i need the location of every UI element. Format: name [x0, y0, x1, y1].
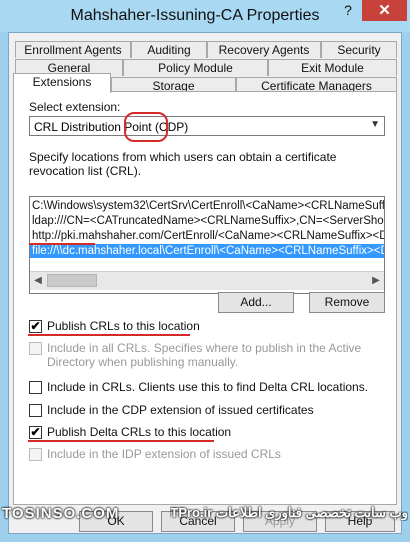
scroll-right-icon[interactable]: ▶ — [368, 272, 384, 290]
tab-recovery-agents[interactable]: Recovery Agents — [207, 41, 321, 58]
include-in-crls-label: Include in CRLs. Clients use this to fin… — [47, 380, 369, 394]
include-all-crls-label: Include in all CRLs. Specifies where to … — [47, 341, 362, 369]
publish-delta-crls-label: Publish Delta CRLs to this location — [47, 425, 232, 439]
annotation-underline — [28, 440, 214, 442]
publish-crls-label: Publish CRLs to this location — [47, 319, 200, 333]
list-item[interactable]: C:\Windows\system32\CertSrv\CertEnroll\<… — [32, 199, 384, 213]
scroll-left-icon[interactable]: ◀ — [30, 272, 46, 290]
include-all-crls-checkbox[interactable] — [29, 342, 42, 355]
scroll-thumb[interactable] — [47, 274, 97, 287]
publish-crls-checkbox[interactable]: ✔ — [29, 320, 42, 333]
select-extension-label: Select extension: — [29, 100, 121, 114]
locations-list[interactable]: C:\Windows\system32\CertSrv\CertEnroll\<… — [29, 196, 385, 294]
include-idp-checkbox[interactable] — [29, 448, 42, 461]
tab-policy-module[interactable]: Policy Module — [123, 59, 268, 76]
include-idp-label: Include in the IDP extension of issued C… — [47, 447, 281, 461]
add-button[interactable]: Add... — [218, 292, 294, 313]
horizontal-scrollbar[interactable]: ◀ ▶ — [30, 271, 384, 290]
window-title: Mahshaher-Issuning-CA Properties — [70, 7, 320, 24]
include-in-crls-checkbox[interactable] — [29, 381, 42, 394]
list-item[interactable]: http://pki.mahshaher.com/CertEnroll/<CaN… — [32, 229, 384, 243]
close-icon[interactable]: ✕ — [362, 0, 407, 21]
list-item-selected[interactable]: file://\\dc.mahshaher.local\CertEnroll\<… — [30, 244, 384, 258]
extension-select[interactable]: CRL Distribution Point (CDP) ▼ — [29, 116, 385, 136]
remove-button[interactable]: Remove — [309, 292, 385, 313]
include-cdp-label: Include in the CDP extension of issued c… — [47, 403, 314, 417]
properties-window: Mahshaher-Issuning-CA Properties ? ✕ Enr… — [0, 0, 410, 542]
watermark-right: وب سایت تخصصی فناوری اطلاعات ITPro.ir — [170, 505, 408, 520]
annotation-underline — [29, 243, 95, 245]
annotation-circle — [124, 112, 168, 142]
include-cdp-checkbox[interactable] — [29, 404, 42, 417]
locations-description: Specify locations from which users can o… — [29, 150, 337, 178]
publish-delta-crls-checkbox[interactable]: ✔ — [29, 426, 42, 439]
tab-extensions[interactable]: Extensions — [13, 73, 111, 93]
title-bar: Mahshaher-Issuning-CA Properties ? ✕ — [0, 0, 410, 32]
watermark-left: TOSINSO.COM — [2, 505, 120, 522]
list-item[interactable]: ldap:///CN=<CATruncatedName><CRLNameSuff… — [32, 214, 384, 228]
extensions-panel: Select extension: CRL Distribution Point… — [13, 91, 397, 505]
annotation-underline — [28, 334, 190, 336]
tab-security[interactable]: Security — [321, 41, 397, 58]
tab-auditing[interactable]: Auditing — [131, 41, 207, 58]
help-icon[interactable]: ? — [334, 0, 362, 20]
tab-enrollment-agents[interactable]: Enrollment Agents — [15, 41, 131, 58]
tab-exit-module[interactable]: Exit Module — [268, 59, 397, 76]
chevron-down-icon[interactable]: ▼ — [370, 119, 380, 130]
dialog-body: Enrollment Agents Auditing Recovery Agen… — [8, 32, 402, 534]
